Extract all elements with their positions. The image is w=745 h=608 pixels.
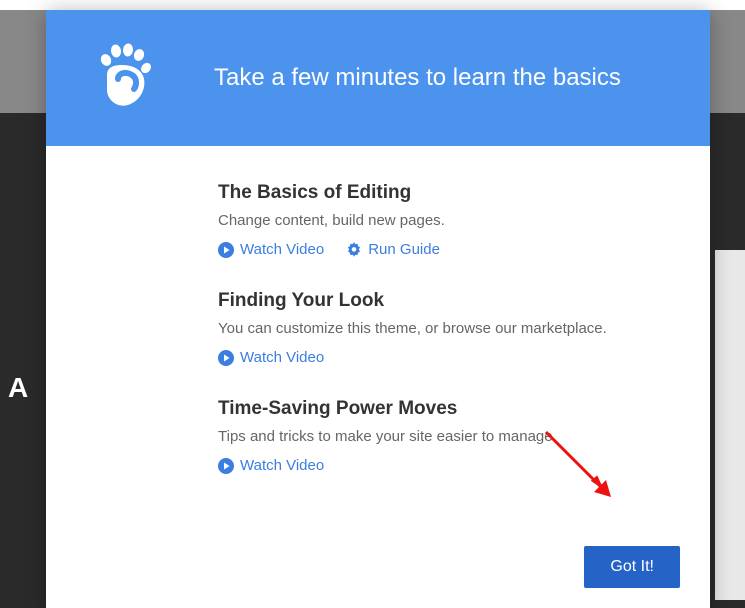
section-basics: The Basics of Editing Change content, bu… xyxy=(218,182,680,258)
link-label: Watch Video xyxy=(240,457,324,474)
section-desc: Change content, build new pages. xyxy=(218,212,680,229)
section-look: Finding Your Look You can customize this… xyxy=(218,290,680,366)
section-links: Watch Video xyxy=(218,349,680,366)
modal-title: Take a few minutes to learn the basics xyxy=(214,64,621,92)
link-label: Run Guide xyxy=(368,241,440,258)
page-backdrop-right xyxy=(715,250,745,600)
watch-video-link[interactable]: Watch Video xyxy=(218,457,324,474)
section-title: Time-Saving Power Moves xyxy=(218,398,680,420)
got-it-button[interactable]: Got It! xyxy=(584,546,680,588)
modal-footer: Got It! xyxy=(46,546,710,608)
section-links: Watch Video xyxy=(218,457,680,474)
watch-video-link[interactable]: Watch Video xyxy=(218,241,324,258)
section-title: Finding Your Look xyxy=(218,290,680,312)
backdrop-letter: A xyxy=(8,372,28,404)
section-desc: Tips and tricks to make your site easier… xyxy=(218,428,680,445)
section-desc: You can customize this theme, or browse … xyxy=(218,320,680,337)
section-links: Watch Video Run Guide xyxy=(218,241,680,258)
watch-video-link[interactable]: Watch Video xyxy=(218,349,324,366)
link-label: Watch Video xyxy=(240,349,324,366)
hand-logo-icon xyxy=(94,43,154,113)
modal-header: Take a few minutes to learn the basics xyxy=(46,10,710,146)
section-title: The Basics of Editing xyxy=(218,182,680,204)
link-label: Watch Video xyxy=(240,241,324,258)
modal-body: The Basics of Editing Change content, bu… xyxy=(46,146,710,546)
onboarding-modal: Take a few minutes to learn the basics T… xyxy=(46,10,710,608)
play-circle-icon xyxy=(218,242,234,258)
section-power-moves: Time-Saving Power Moves Tips and tricks … xyxy=(218,398,680,474)
run-guide-link[interactable]: Run Guide xyxy=(346,241,440,258)
play-circle-icon xyxy=(218,350,234,366)
gear-icon xyxy=(346,242,362,258)
play-circle-icon xyxy=(218,458,234,474)
